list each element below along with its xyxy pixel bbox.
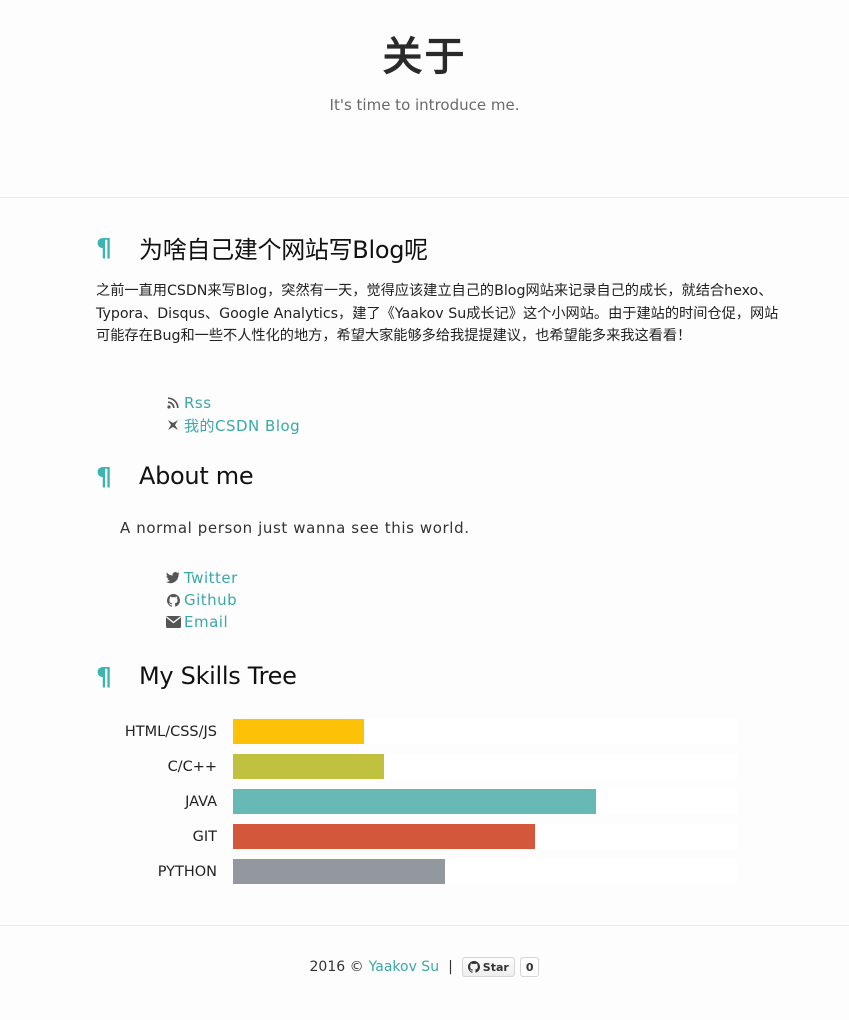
section-title: 为啥自己建个网站写Blog呢	[139, 235, 428, 264]
footer-separator: |	[448, 959, 453, 975]
social-links-list: Twitter Github Email	[165, 567, 238, 633]
star-count[interactable]: 0	[519, 957, 540, 977]
about-me-text: A normal person just wanna see this worl…	[120, 519, 470, 537]
csdn-blog-link[interactable]: 我的CSDN Blog	[184, 415, 300, 436]
csdn-icon	[165, 418, 181, 432]
copyright-year: 2016 ©	[309, 959, 364, 975]
pilcrow-anchor-icon[interactable]: ¶	[96, 464, 114, 489]
page-footer: 2016 © Yaakov Su | Star 0	[0, 925, 849, 1020]
skill-track	[233, 824, 737, 849]
footer-line: 2016 © Yaakov Su | Star 0	[0, 957, 849, 977]
skill-row: C/C++	[100, 754, 740, 779]
skill-label: GIT	[192, 828, 217, 845]
blog-links-list: Rss 我的CSDN Blog	[165, 392, 300, 436]
github-icon	[467, 961, 480, 973]
section-heading-why-blog: ¶ 为啥自己建个网站写Blog呢	[96, 230, 428, 264]
skill-track	[233, 719, 737, 744]
link-item-twitter: Twitter	[165, 567, 238, 589]
pilcrow-anchor-icon[interactable]: ¶	[96, 664, 114, 689]
pilcrow-anchor-icon[interactable]: ¶	[96, 235, 114, 260]
skill-bar	[233, 859, 445, 884]
skill-bar	[233, 824, 536, 849]
skill-label: HTML/CSS/JS	[124, 723, 217, 740]
link-item-csdn: 我的CSDN Blog	[165, 414, 300, 436]
email-link[interactable]: Email	[184, 613, 228, 631]
github-star-button[interactable]: Star	[461, 957, 515, 977]
skill-bar	[233, 754, 385, 779]
skill-bar	[233, 789, 596, 814]
skill-row: JAVA	[100, 789, 740, 814]
envelope-icon	[165, 616, 181, 628]
skill-row: GIT	[100, 824, 740, 849]
author-link[interactable]: Yaakov Su	[369, 959, 439, 975]
skill-track	[233, 859, 737, 884]
link-item-github: Github	[165, 589, 238, 611]
skill-row: PYTHON	[100, 859, 740, 884]
intro-paragraph: 之前一直用CSDN来写Blog，突然有一天，觉得应该建立自己的Blog网站来记录…	[96, 283, 779, 344]
skill-label: JAVA	[185, 793, 217, 810]
star-label: Star	[482, 960, 509, 974]
twitter-icon	[165, 572, 181, 584]
page-title: 关于	[382, 33, 467, 80]
skill-label: PYTHON	[157, 863, 217, 880]
skill-track	[233, 789, 737, 814]
github-icon	[165, 593, 181, 607]
skill-bar	[233, 719, 365, 744]
section-heading-skills: ¶ My Skills Tree	[96, 659, 297, 693]
twitter-link[interactable]: Twitter	[184, 569, 238, 587]
skills-chart: HTML/CSS/JS C/C++ JAVA GIT PYTHON	[100, 719, 740, 894]
section-title: About me	[139, 462, 254, 490]
link-item-email: Email	[165, 611, 238, 633]
section-title: My Skills Tree	[139, 662, 297, 690]
page-header: 关于 It's time to introduce me.	[0, 0, 849, 198]
github-link[interactable]: Github	[184, 591, 237, 609]
page-subtitle: It's time to introduce me.	[329, 96, 520, 114]
skill-row: HTML/CSS/JS	[100, 719, 740, 744]
section-heading-about-me: ¶ About me	[96, 459, 254, 493]
skill-label: C/C++	[167, 758, 217, 775]
rss-icon	[165, 397, 181, 409]
skill-track	[233, 754, 737, 779]
rss-link[interactable]: Rss	[184, 394, 212, 412]
link-item-rss: Rss	[165, 392, 300, 414]
